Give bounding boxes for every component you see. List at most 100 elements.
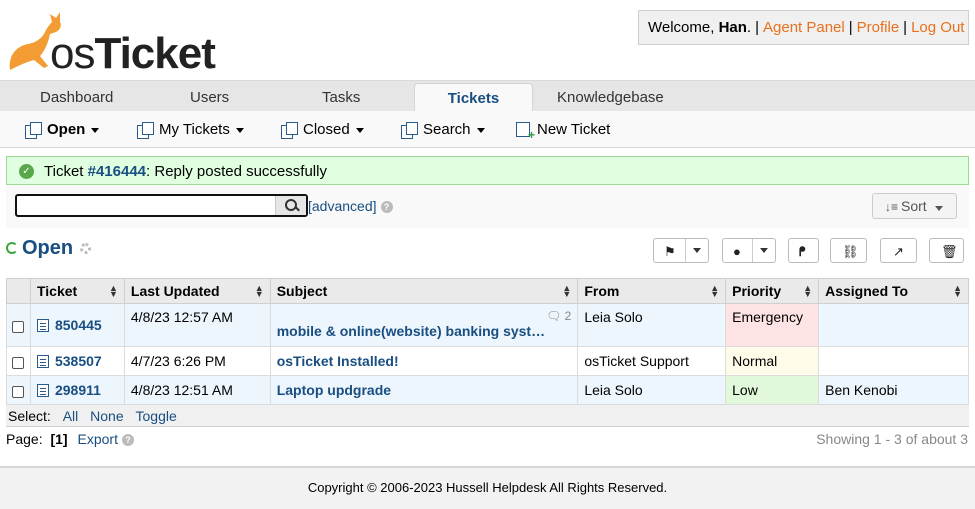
profile-link[interactable]: Profile: [857, 19, 900, 36]
flag-action-button[interactable]: ⚑: [653, 238, 709, 263]
user-icon: ●: [733, 244, 741, 259]
agent-panel-link[interactable]: Agent Panel: [763, 19, 845, 36]
refresh-icon[interactable]: [6, 242, 18, 254]
assign-action-button[interactable]: ●: [722, 238, 776, 263]
search-box: [15, 194, 308, 217]
comments-icon: 🗨: [546, 309, 562, 323]
sort-icon: ↓≡: [885, 200, 899, 214]
select-column-header: [6, 278, 31, 304]
ticket-number-link[interactable]: 850445: [55, 317, 102, 333]
success-notice: ✓ Ticket #416444: Reply posted successfu…: [6, 156, 969, 185]
advanced-search-link[interactable]: [advanced]?: [308, 198, 393, 214]
subject-link[interactable]: mobile & online(website) banking syst…: [277, 323, 545, 339]
column-label: From: [584, 283, 620, 299]
column-header-priority[interactable]: Priority ▲ ▼: [725, 278, 820, 304]
tickets-icon: [401, 122, 418, 139]
chevron-down-icon: [934, 206, 943, 211]
priority-cell: Normal: [725, 346, 820, 376]
select-all-link[interactable]: All: [63, 408, 79, 424]
subject-cell: 🗨 2 mobile & online(website) banking sys…: [269, 303, 579, 347]
chevron-down-icon: [693, 248, 701, 253]
row-checkbox[interactable]: [12, 357, 24, 369]
subject-link[interactable]: Laptop updgrade: [277, 382, 391, 398]
sort-arrows-icon: ▲ ▼: [108, 283, 118, 299]
search-input[interactable]: [17, 196, 269, 215]
column-label: Assigned To: [825, 283, 909, 299]
column-header-from[interactable]: From ▲ ▼: [577, 278, 727, 304]
transfer-action-button[interactable]: ↗: [880, 238, 917, 263]
notice-prefix: Ticket: [44, 163, 88, 180]
column-header-assigned-to[interactable]: Assigned To ▲ ▼: [818, 278, 969, 304]
sort-arrows-icon: ▲ ▼: [710, 283, 720, 299]
subnav-open-label: Open: [47, 121, 86, 138]
osticket-logo[interactable]: osTicket: [4, 4, 216, 78]
separator: |: [848, 19, 853, 36]
sub-nav: Open My Tickets Closed Search New Ticket: [0, 111, 975, 148]
divider: [685, 239, 686, 262]
help-icon: ?: [380, 201, 393, 213]
subject-link[interactable]: osTicket Installed!: [277, 353, 399, 369]
header: osTicket Welcome, Han. | Agent Panel | Profi…: [0, 0, 975, 80]
link-action-button[interactable]: ⛓: [830, 238, 867, 263]
ticket-number-link[interactable]: 538507: [55, 353, 102, 369]
subnav-search[interactable]: Search: [401, 121, 485, 139]
chevron-down-icon: [235, 128, 244, 133]
chevron-down-icon: [476, 128, 485, 133]
tickets-table: Ticket ▲ ▼ Last Updated ▲ ▼ Subject ▲ ▼ From ▲ ▼…: [6, 278, 969, 405]
check-circle-icon: ✓: [19, 164, 34, 179]
search-icon[interactable]: [275, 196, 306, 215]
tab-knowledgebase[interactable]: Knowledgebase: [557, 81, 664, 112]
delete-action-button[interactable]: 🗑: [929, 238, 964, 263]
subnav-open[interactable]: Open: [25, 121, 100, 139]
notice-ticket-link[interactable]: #416444: [88, 163, 146, 180]
page-title[interactable]: Open: [22, 237, 73, 260]
separator: |: [903, 19, 908, 36]
welcome-prefix: Welcome,: [648, 19, 719, 36]
select-none-link[interactable]: None: [90, 408, 123, 424]
ticket-number-cell: 850445: [29, 303, 125, 347]
tab-tickets[interactable]: Tickets: [414, 83, 533, 113]
row-select-cell: [6, 375, 31, 405]
chevron-down-icon: [760, 248, 768, 253]
row-checkbox[interactable]: [12, 320, 24, 333]
row-select-cell: [6, 346, 31, 376]
column-header-subject[interactable]: Subject ▲ ▼: [269, 278, 579, 304]
export-link[interactable]: Export?: [78, 431, 134, 447]
user-name: Han: [718, 19, 747, 36]
thread-count: 🗨 2: [546, 309, 571, 323]
sort-arrows-icon: ▲ ▼: [562, 283, 572, 299]
subnav-new-ticket-label: New Ticket: [537, 121, 611, 138]
column-label: Priority: [732, 283, 782, 299]
ticket-number-cell: 538507: [29, 346, 125, 376]
tab-tasks[interactable]: Tasks: [322, 81, 360, 112]
queue-header: Open ⚑ ● ᖰ ⛓ ↗ 🗑: [6, 232, 969, 268]
subnav-my-tickets[interactable]: My Tickets: [137, 121, 244, 139]
subnav-closed[interactable]: Closed: [281, 121, 364, 139]
column-header-ticket[interactable]: Ticket ▲ ▼: [29, 278, 125, 304]
divider: [752, 239, 753, 262]
logout-link[interactable]: Log Out: [911, 19, 964, 36]
select-toggle-link[interactable]: Toggle: [136, 408, 177, 424]
tab-users[interactable]: Users: [190, 81, 229, 112]
tickets-icon: [25, 122, 42, 139]
select-row: Select: All None Toggle: [6, 405, 969, 427]
trash-icon: 🗑: [941, 244, 958, 259]
row-checkbox[interactable]: [12, 386, 24, 398]
chevron-down-icon: [355, 128, 364, 133]
row-select-cell: [6, 303, 31, 347]
gear-icon[interactable]: [80, 243, 91, 254]
status-action-button[interactable]: ᖰ: [788, 238, 819, 263]
last-updated-cell: 4/8/23 12:57 AM: [123, 303, 271, 347]
assigned-to-cell: [818, 346, 969, 376]
from-cell: osTicket Support: [577, 346, 727, 376]
subnav-new-ticket[interactable]: New Ticket: [516, 121, 611, 142]
sort-button[interactable]: ↓≡ Sort: [872, 193, 957, 219]
subnav-my-tickets-label: My Tickets: [159, 121, 230, 138]
ticket-icon: [36, 355, 49, 368]
column-header-last-updated[interactable]: Last Updated ▲ ▼: [123, 278, 271, 304]
export-label: Export: [77, 431, 118, 447]
tab-dashboard[interactable]: Dashboard: [40, 81, 113, 112]
assigned-to-cell: [818, 303, 969, 347]
ticket-number-link[interactable]: 298911: [55, 382, 101, 398]
help-icon: ?: [121, 434, 134, 446]
